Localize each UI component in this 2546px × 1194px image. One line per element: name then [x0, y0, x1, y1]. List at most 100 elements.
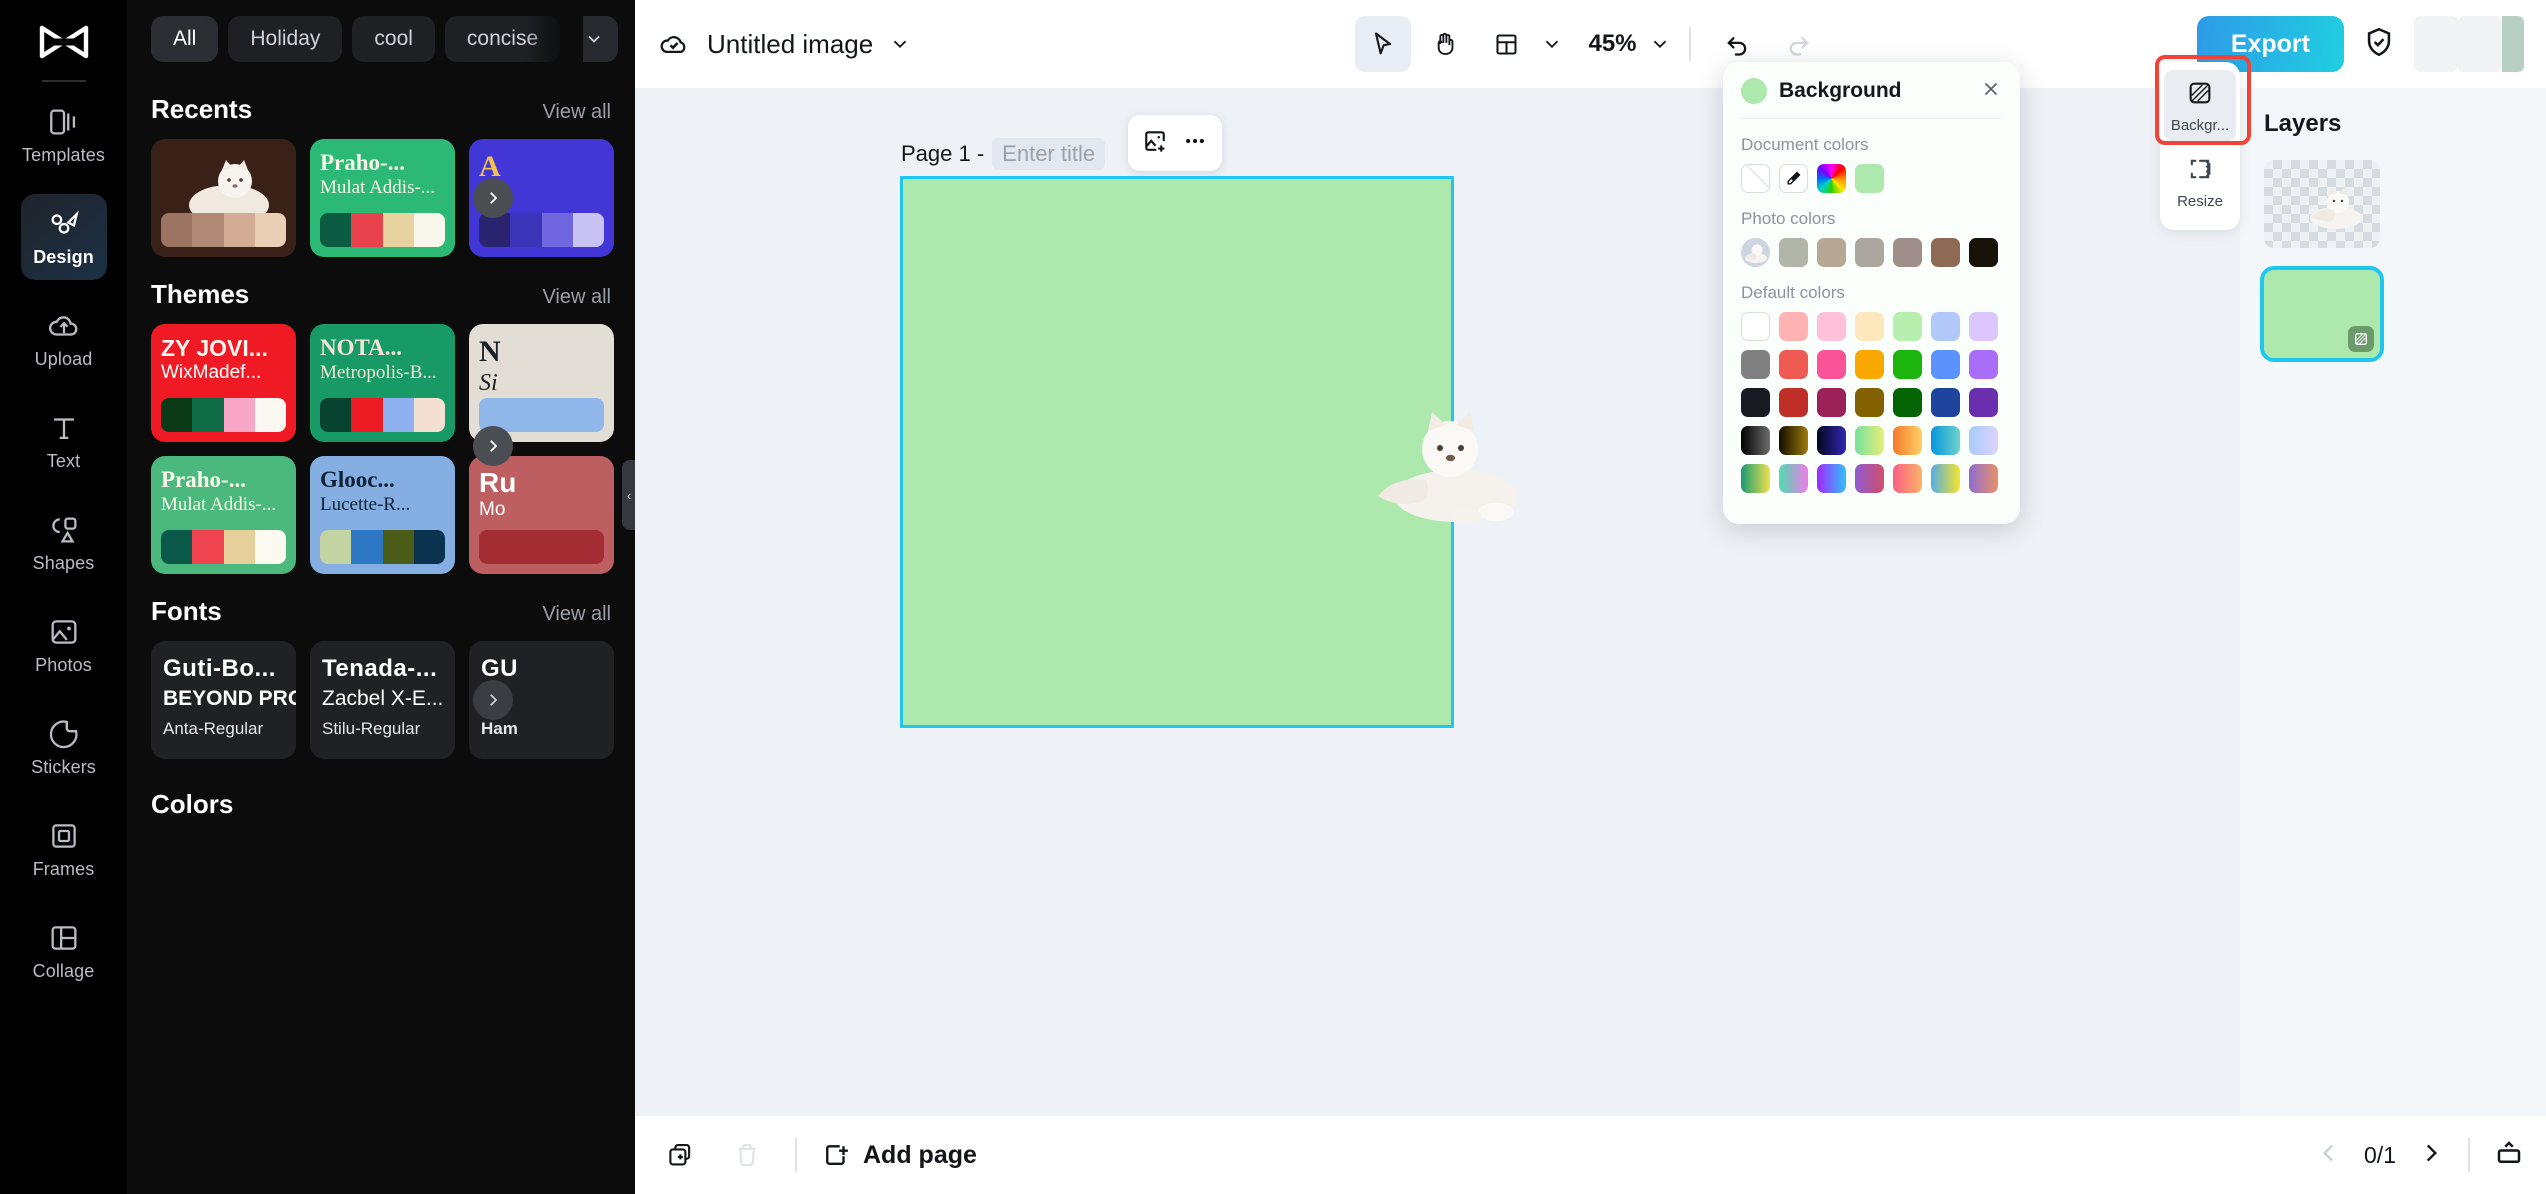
- document-title-group[interactable]: Untitled image: [657, 25, 911, 64]
- duplicate-page-button[interactable]: [657, 1131, 705, 1179]
- layer-background[interactable]: [2260, 266, 2384, 362]
- default-color-swatch[interactable]: [1817, 312, 1846, 341]
- chip-holiday[interactable]: Holiday: [228, 16, 343, 62]
- photo-color-swatch[interactable]: [1969, 238, 1998, 267]
- present-button[interactable]: [2494, 1138, 2524, 1173]
- recent-card-theme[interactable]: Praho-... Mulat Addis-...: [310, 139, 455, 257]
- default-gradient-swatch[interactable]: [1969, 426, 1998, 455]
- default-color-swatch[interactable]: [1893, 388, 1922, 417]
- themes-next-button[interactable]: [473, 426, 513, 466]
- theme-card[interactable]: N Si: [469, 324, 614, 442]
- sidebar-item-frames[interactable]: Frames: [21, 806, 107, 892]
- default-gradient-swatch[interactable]: [1969, 464, 1998, 493]
- default-color-swatch[interactable]: [1893, 312, 1922, 341]
- default-color-swatch[interactable]: [1817, 350, 1846, 379]
- font-card[interactable]: Guti-Bo... BEYOND PRO... Anta-Regular: [151, 641, 296, 759]
- green-swatch[interactable]: [1855, 164, 1884, 193]
- default-color-swatch[interactable]: [1893, 350, 1922, 379]
- default-color-swatch[interactable]: [1779, 388, 1808, 417]
- default-color-swatch[interactable]: [1817, 388, 1846, 417]
- add-image-icon[interactable]: [1140, 126, 1170, 161]
- photo-color-swatch[interactable]: [1779, 238, 1808, 267]
- default-color-swatch[interactable]: [1741, 350, 1770, 379]
- default-color-swatch[interactable]: [1741, 388, 1770, 417]
- chip-concise[interactable]: concise: [444, 16, 561, 62]
- sidebar-item-collage[interactable]: Collage: [21, 908, 107, 994]
- page-title-input[interactable]: Enter title: [992, 138, 1106, 170]
- default-color-swatch[interactable]: [1779, 350, 1808, 379]
- eyedropper-swatch[interactable]: [1779, 164, 1808, 193]
- close-icon[interactable]: [1980, 78, 2002, 104]
- view-all-fonts[interactable]: View all: [542, 603, 611, 626]
- sidebar-item-text[interactable]: Text: [21, 398, 107, 484]
- photo-color-swatch[interactable]: [1817, 238, 1846, 267]
- theme-card[interactable]: Glooc... Lucette-R...: [310, 456, 455, 574]
- more-dots-icon[interactable]: [1180, 126, 1210, 161]
- font-card[interactable]: Tenada-... Zacbel X-E... Stilu-Regular: [310, 641, 455, 759]
- theme-card[interactable]: Ru Mo: [469, 456, 614, 574]
- default-gradient-swatch[interactable]: [1817, 464, 1846, 493]
- chip-more-dropdown[interactable]: [570, 16, 619, 62]
- shield-check-icon[interactable]: [2362, 25, 2396, 64]
- default-gradient-swatch[interactable]: [1817, 426, 1846, 455]
- canvas-page[interactable]: [900, 176, 1518, 728]
- chip-all[interactable]: All: [151, 16, 219, 62]
- default-color-swatch[interactable]: [1741, 312, 1770, 341]
- default-color-swatch[interactable]: [1855, 388, 1884, 417]
- capcut-logo-icon[interactable]: [33, 20, 95, 66]
- delete-page-button[interactable]: [723, 1131, 771, 1179]
- view-all-recents[interactable]: View all: [542, 101, 611, 124]
- color-wheel-swatch[interactable]: [1817, 164, 1846, 193]
- recent-card-photo[interactable]: [151, 139, 296, 257]
- default-color-swatch[interactable]: [1969, 388, 1998, 417]
- avatar[interactable]: [2414, 16, 2524, 72]
- sidebar-item-shapes[interactable]: Shapes: [21, 500, 107, 586]
- fonts-next-button[interactable]: [473, 680, 513, 720]
- theme-card[interactable]: Praho-... Mulat Addis-...: [151, 456, 296, 574]
- collapse-panel-icon[interactable]: ‹: [622, 460, 635, 530]
- hand-tool-button[interactable]: [1416, 16, 1472, 72]
- default-color-swatch[interactable]: [1855, 312, 1884, 341]
- photo-color-swatch[interactable]: [1893, 238, 1922, 267]
- dog-image[interactable]: [1358, 404, 1538, 539]
- sidebar-item-templates[interactable]: Templates: [21, 92, 107, 178]
- default-gradient-swatch[interactable]: [1931, 464, 1960, 493]
- default-gradient-swatch[interactable]: [1779, 426, 1808, 455]
- layout-caret-icon[interactable]: [1540, 33, 1562, 55]
- default-gradient-swatch[interactable]: [1741, 464, 1770, 493]
- transparent-swatch[interactable]: [1741, 164, 1770, 193]
- default-color-swatch[interactable]: [1931, 350, 1960, 379]
- chip-cool[interactable]: cool: [352, 16, 435, 62]
- select-tool-button[interactable]: [1354, 16, 1411, 72]
- default-gradient-swatch[interactable]: [1893, 464, 1922, 493]
- photo-thumbnail[interactable]: [1741, 238, 1770, 267]
- zoom-level[interactable]: 45%: [1582, 30, 1642, 58]
- default-gradient-swatch[interactable]: [1779, 464, 1808, 493]
- layer-photo[interactable]: [2264, 160, 2380, 248]
- default-gradient-swatch[interactable]: [1931, 426, 1960, 455]
- theme-card[interactable]: NOTA... Metropolis-B...: [310, 324, 455, 442]
- default-gradient-swatch[interactable]: [1855, 464, 1884, 493]
- next-page-button[interactable]: [2418, 1140, 2444, 1171]
- recents-next-button[interactable]: [473, 178, 513, 218]
- view-all-themes[interactable]: View all: [542, 286, 611, 309]
- resize-tool-button[interactable]: Resize: [2164, 146, 2236, 218]
- add-page-button[interactable]: Add page: [821, 1140, 977, 1170]
- prev-page-button[interactable]: [2316, 1140, 2342, 1171]
- photo-color-swatch[interactable]: [1855, 238, 1884, 267]
- sidebar-item-stickers[interactable]: Stickers: [21, 704, 107, 790]
- default-gradient-swatch[interactable]: [1893, 426, 1922, 455]
- default-color-swatch[interactable]: [1931, 388, 1960, 417]
- default-gradient-swatch[interactable]: [1741, 426, 1770, 455]
- theme-card[interactable]: ZY JOVI... WixMadef...: [151, 324, 296, 442]
- sidebar-item-design[interactable]: Design: [20, 194, 107, 280]
- default-color-swatch[interactable]: [1855, 350, 1884, 379]
- default-color-swatch[interactable]: [1969, 312, 1998, 341]
- sidebar-item-photos[interactable]: Photos: [21, 602, 107, 688]
- chevron-down-icon[interactable]: [889, 33, 911, 55]
- default-color-swatch[interactable]: [1969, 350, 1998, 379]
- default-color-swatch[interactable]: [1931, 312, 1960, 341]
- default-gradient-swatch[interactable]: [1855, 426, 1884, 455]
- sidebar-item-upload[interactable]: Upload: [21, 296, 107, 382]
- zoom-caret-icon[interactable]: [1649, 33, 1671, 55]
